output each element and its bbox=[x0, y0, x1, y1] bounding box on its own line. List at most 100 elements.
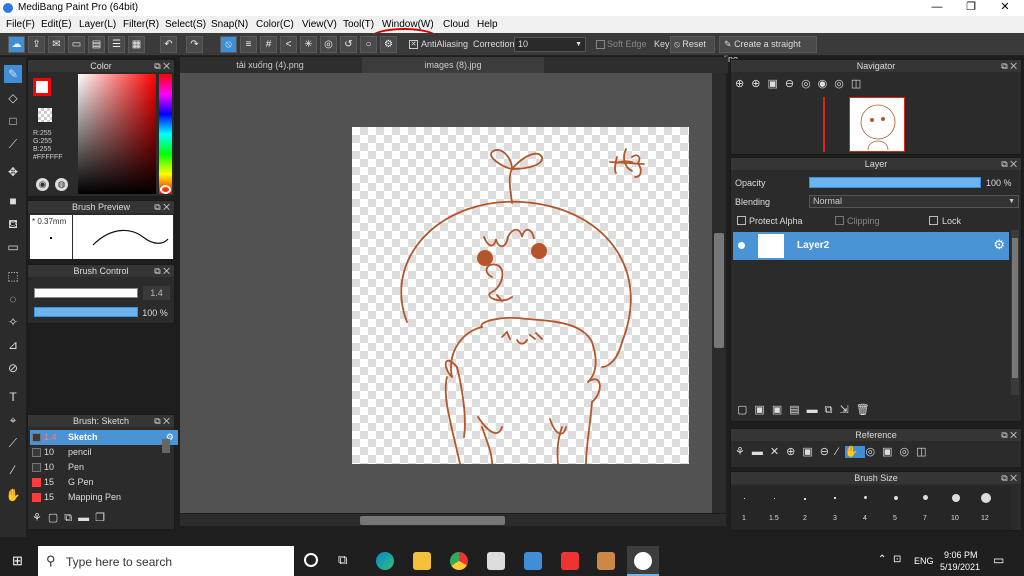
menu-color[interactable]: Color(C) bbox=[256, 19, 294, 30]
magic-wand-tool-icon[interactable]: ✧ bbox=[4, 313, 22, 331]
hue-slider[interactable] bbox=[159, 74, 172, 194]
secondary-color-swatch[interactable] bbox=[38, 108, 52, 122]
brush-item-mapping-pen[interactable]: 15 Mapping Pen bbox=[30, 490, 178, 505]
fill-rect-tool-icon[interactable]: ■ bbox=[4, 192, 22, 210]
menu-edit[interactable]: Edit(E) bbox=[41, 19, 72, 30]
layer-scrollbar[interactable] bbox=[1011, 230, 1019, 395]
undo-icon[interactable]: ↶ bbox=[160, 36, 177, 53]
operation-tool-icon[interactable]: ⌖ bbox=[4, 411, 22, 429]
size-dot-3[interactable] bbox=[834, 497, 836, 499]
list-icon[interactable]: ☰ bbox=[108, 36, 125, 53]
layer-row-layer2[interactable]: Layer2 ⚙ bbox=[733, 232, 1009, 260]
color-history-icon[interactable]: ◍ bbox=[55, 178, 68, 191]
brush-size-value[interactable]: 1.4 bbox=[143, 286, 170, 300]
tray-chevron-icon[interactable]: ⌃ bbox=[878, 554, 886, 565]
line-tool-icon[interactable]: ⟋ bbox=[4, 135, 22, 153]
brush-item-pencil[interactable]: 10 pencil bbox=[30, 445, 178, 460]
lock-checkbox[interactable] bbox=[929, 216, 938, 225]
clock-date[interactable]: 5/19/2021 bbox=[940, 562, 980, 572]
saturation-value-picker[interactable] bbox=[78, 74, 156, 194]
bucket-tool-icon[interactable]: ⛾ bbox=[4, 215, 22, 233]
primary-color-swatch[interactable] bbox=[33, 78, 51, 96]
app-icon-red[interactable] bbox=[597, 552, 615, 570]
store-icon[interactable] bbox=[487, 552, 505, 570]
panel-popout-close-icon[interactable]: ⧉ ✕ bbox=[1001, 158, 1017, 170]
straight-line-button[interactable]: ✎ Create a straight line bbox=[719, 36, 817, 64]
cloud-icon[interactable]: ☁ bbox=[8, 36, 25, 53]
network-icon[interactable]: ⊡ bbox=[893, 554, 901, 565]
visibility-eye-icon[interactable] bbox=[738, 242, 745, 249]
navigator-thumbnail[interactable] bbox=[849, 97, 905, 152]
comment-icon[interactable]: ✉ bbox=[48, 36, 65, 53]
brush-opacity-slider[interactable] bbox=[34, 307, 138, 317]
hue-slider-handle[interactable] bbox=[160, 185, 171, 194]
horizontal-scroll-thumb[interactable] bbox=[360, 516, 505, 525]
close-button[interactable]: ✕ bbox=[988, 0, 1022, 16]
office-icon[interactable] bbox=[561, 552, 579, 570]
menu-view[interactable]: View(V) bbox=[302, 19, 337, 30]
medibang-taskbar-item[interactable] bbox=[627, 546, 659, 576]
panel-popout-close-icon[interactable]: ⧉ ✕ bbox=[154, 201, 170, 213]
menu-file[interactable]: File(F) bbox=[6, 19, 35, 30]
parallel-snap-icon[interactable]: ≡ bbox=[240, 36, 257, 53]
canvas-horizontal-scrollbar[interactable] bbox=[180, 514, 726, 526]
menu-help[interactable]: Help bbox=[477, 19, 498, 30]
eyedropper-tool-icon[interactable]: ⁄ bbox=[4, 461, 22, 479]
menu-snap[interactable]: Snap(N) bbox=[211, 19, 248, 30]
size-dot-2[interactable] bbox=[804, 498, 806, 500]
size-dot-12[interactable] bbox=[981, 493, 991, 503]
size-dot-7[interactable] bbox=[923, 495, 928, 500]
tab-images-8[interactable]: images (8).jpg bbox=[362, 57, 544, 73]
redo-icon[interactable]: ↷ bbox=[186, 36, 203, 53]
notification-icon[interactable]: ▭ bbox=[993, 553, 1004, 567]
curve-snap-icon[interactable]: ↺ bbox=[340, 36, 357, 53]
size-dot-10[interactable] bbox=[952, 494, 960, 502]
file-explorer-icon[interactable] bbox=[413, 552, 431, 570]
reference-controls[interactable]: ⚘▬✕⊕▣⊖⁄✋◎▣◎◫ bbox=[735, 445, 934, 458]
brush-tool-icon[interactable]: ✎ bbox=[4, 65, 22, 83]
layer-opacity-slider[interactable] bbox=[809, 177, 981, 188]
select-eraser-tool-icon[interactable]: ⊘ bbox=[4, 359, 22, 377]
select-pen-tool-icon[interactable]: ⊿ bbox=[4, 336, 22, 354]
chrome-icon[interactable] bbox=[450, 552, 468, 570]
menu-layer[interactable]: Layer(L) bbox=[79, 19, 116, 30]
hand-tool-icon[interactable]: ✋ bbox=[4, 486, 22, 504]
rectangle-tool-icon[interactable]: □ bbox=[4, 112, 22, 130]
doc-icon[interactable]: ▤ bbox=[88, 36, 105, 53]
radial-snap-icon[interactable]: ✳ bbox=[300, 36, 317, 53]
panel-popout-close-icon[interactable]: ⧉ ✕ bbox=[154, 265, 170, 277]
panel-popout-close-icon[interactable]: ⧉ ✕ bbox=[1001, 472, 1017, 484]
panel-popout-close-icon[interactable]: ⧉ ✕ bbox=[154, 415, 170, 427]
cross-snap-icon[interactable]: # bbox=[260, 36, 277, 53]
eraser-tool-icon[interactable]: ◇ bbox=[4, 89, 22, 107]
panel-popout-close-icon[interactable]: ⧉ ✕ bbox=[154, 60, 170, 72]
windows-start-icon[interactable]: ⊞ bbox=[12, 554, 25, 567]
panel-popout-close-icon[interactable]: ⧉ ✕ bbox=[1001, 429, 1017, 441]
panel-popout-close-icon[interactable]: ⧉ ✕ bbox=[1001, 60, 1017, 72]
menu-tool[interactable]: Tool(T) bbox=[343, 19, 374, 30]
select-tool-icon[interactable]: ⬚ bbox=[4, 267, 22, 285]
antialiasing-checkbox[interactable]: ✕ bbox=[409, 40, 418, 49]
edge-icon[interactable] bbox=[376, 552, 394, 570]
tab-tai-xuong[interactable]: tải xuống (4).png bbox=[180, 57, 360, 73]
palette-icon[interactable]: ◉ bbox=[36, 178, 49, 191]
grid-icon[interactable]: ▦ bbox=[128, 36, 145, 53]
mail-icon[interactable] bbox=[524, 552, 542, 570]
settings-icon[interactable]: ⚙ bbox=[380, 36, 397, 53]
search-box[interactable]: ⚲ Type here to search bbox=[38, 546, 294, 576]
move-tool-icon[interactable]: ✥ bbox=[4, 163, 22, 181]
clock-time[interactable]: 9:06 PM bbox=[944, 550, 978, 560]
protect-alpha-checkbox[interactable] bbox=[737, 216, 746, 225]
size-dot-4[interactable] bbox=[864, 496, 867, 499]
reset-button[interactable]: ⦸ Reset bbox=[670, 36, 715, 53]
language-indicator[interactable]: ENG bbox=[914, 556, 934, 566]
size-dot-1[interactable] bbox=[744, 498, 745, 499]
vanish-snap-icon[interactable]: < bbox=[280, 36, 297, 53]
text-tool-icon[interactable]: T bbox=[4, 388, 22, 406]
soft-edge-checkbox[interactable] bbox=[596, 40, 605, 49]
minimize-button[interactable]: — bbox=[920, 0, 954, 16]
snap-off-icon[interactable]: ⦸ bbox=[220, 36, 237, 53]
menu-cloud[interactable]: Cloud bbox=[443, 19, 469, 30]
menu-filter[interactable]: Filter(R) bbox=[123, 19, 159, 30]
vertical-scroll-thumb[interactable] bbox=[714, 233, 724, 348]
